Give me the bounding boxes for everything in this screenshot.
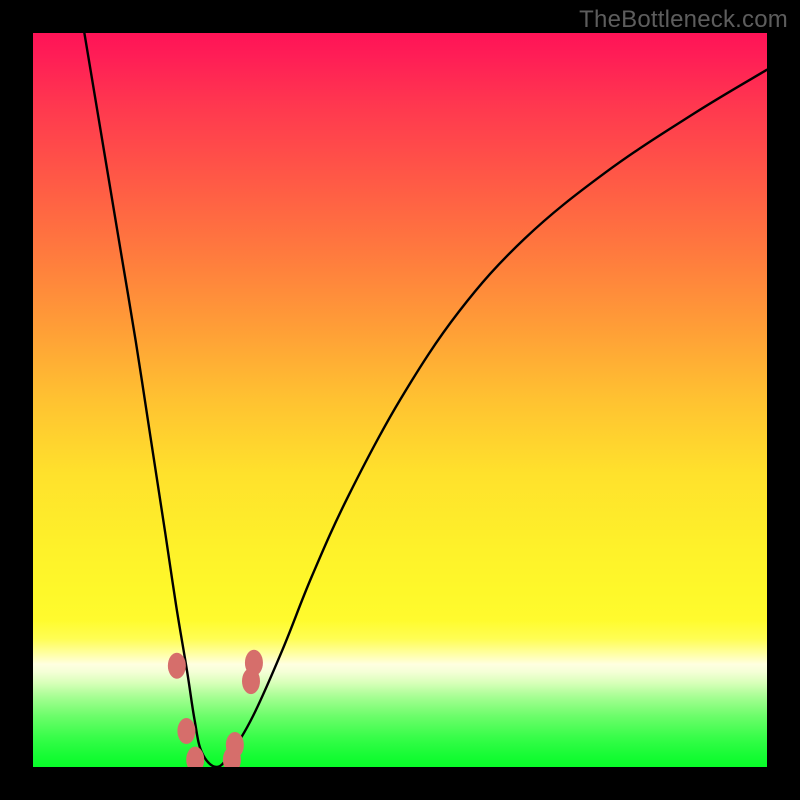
bottleneck-curve-svg — [33, 33, 767, 767]
watermark-text: TheBottleneck.com — [579, 6, 788, 34]
data-marker — [177, 718, 195, 744]
data-marker — [245, 650, 263, 676]
data-marker — [168, 653, 186, 679]
data-marker — [226, 732, 244, 758]
bottleneck-curve — [84, 33, 767, 767]
chart-frame: TheBottleneck.com — [0, 0, 800, 800]
plot-area — [33, 33, 767, 767]
